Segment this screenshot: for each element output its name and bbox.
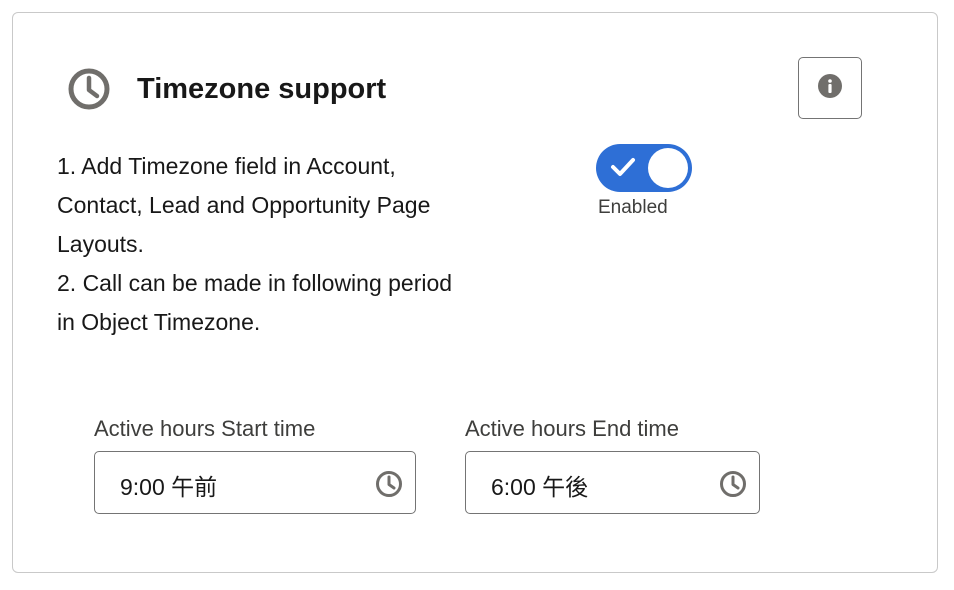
toggle-knob: [648, 148, 688, 188]
start-time-value: 9:00 午前: [120, 474, 218, 500]
description-line: 2. Call can be made in following period: [57, 270, 453, 296]
enabled-toggle[interactable]: [596, 144, 692, 192]
start-time-input[interactable]: 9:00 午前: [94, 451, 416, 514]
page-title: Timezone support: [137, 73, 387, 105]
clock-icon[interactable]: [375, 470, 403, 498]
info-button[interactable]: [798, 57, 862, 119]
end-time-label: Active hours End time: [465, 416, 679, 441]
feature-description: 1. Add Timezone field in Account, Contac…: [57, 147, 547, 342]
toggle-status-label: Enabled: [598, 197, 668, 218]
info-icon: [817, 73, 843, 104]
clock-icon: [66, 66, 112, 112]
checkmark-icon: [610, 156, 636, 183]
start-time-label: Active hours Start time: [94, 416, 316, 441]
description-line: Contact, Lead and Opportunity Page: [57, 192, 431, 218]
end-time-input[interactable]: 6:00 午後: [465, 451, 760, 514]
enabled-toggle-group: Enabled: [596, 144, 696, 219]
description-line: Layouts.: [57, 231, 144, 257]
description-line: in Object Timezone.: [57, 309, 261, 335]
description-line: 1. Add Timezone field in Account,: [57, 153, 396, 179]
end-time-value: 6:00 午後: [491, 474, 589, 500]
clock-icon[interactable]: [719, 470, 747, 498]
